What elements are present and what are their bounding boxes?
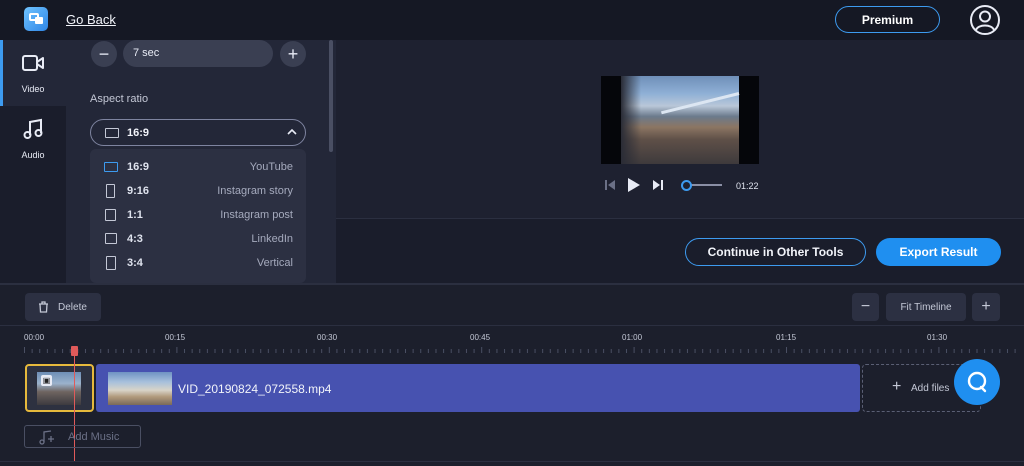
duration-field[interactable]: 7 sec (123, 40, 273, 67)
video-camera-icon (22, 55, 44, 71)
music-add-icon (39, 430, 54, 445)
option-ratio: 9:16 (127, 185, 150, 197)
aspect-ratio-label: Aspect ratio (90, 93, 149, 105)
add-music-button[interactable]: Add Music (24, 425, 141, 448)
nav-item-audio[interactable]: Audio (0, 106, 66, 172)
plus-icon: + (892, 378, 902, 395)
skip-back-icon[interactable] (604, 179, 616, 191)
option-ratio: 1:1 (127, 209, 143, 221)
duration-decrease-button[interactable]: − (91, 41, 117, 67)
aspect-option-1-1[interactable]: 1:1 Instagram post (90, 203, 306, 227)
option-name: Instagram story (217, 185, 293, 197)
aspect-ratio-select[interactable]: 16:9 (90, 119, 306, 146)
zoom-in-button[interactable]: + (972, 293, 1000, 321)
aspect-option-16-9[interactable]: 16:9 YouTube (90, 155, 306, 179)
app-logo-icon[interactable] (24, 7, 48, 31)
aspect-option-4-3[interactable]: 4:3 LinkedIn (90, 227, 306, 251)
ruler-divider (0, 325, 1024, 326)
delete-label: Delete (58, 302, 87, 313)
user-account-icon[interactable] (969, 4, 1001, 36)
option-ratio: 16:9 (127, 161, 150, 173)
tick-label: 00:30 (317, 333, 338, 342)
minus-icon: − (860, 298, 871, 315)
ratio-1-1-icon (105, 209, 116, 221)
aspect-option-9-16[interactable]: 9:16 Instagram story (90, 179, 306, 203)
aspect-ratio-value: 16:9 (127, 127, 150, 139)
duration-increase-button[interactable]: + (280, 41, 306, 67)
fit-timeline-button[interactable]: Fit Timeline (886, 293, 966, 321)
image-clip[interactable]: ▣ (25, 364, 94, 412)
plus-icon: + (287, 44, 299, 64)
trash-icon (39, 301, 48, 313)
chat-bubble-icon (967, 371, 987, 393)
tick-label: 00:00 (24, 333, 45, 342)
ratio-4-3-icon (105, 233, 117, 244)
zoom-out-button[interactable]: − (852, 293, 879, 321)
ruler-ticks (24, 347, 1016, 353)
nav-item-label: Video (21, 84, 45, 94)
option-name: YouTube (249, 161, 293, 173)
go-back-link[interactable]: Go Back (66, 12, 116, 27)
delete-button[interactable]: Delete (25, 293, 101, 321)
nav-item-video[interactable]: Video (0, 40, 66, 106)
play-icon[interactable] (627, 177, 641, 193)
tick-label: 01:15 (776, 333, 797, 342)
export-result-button[interactable]: Export Result (876, 238, 1001, 266)
aspect-option-3-4[interactable]: 3:4 Vertical (90, 251, 306, 275)
tick-label: 00:45 (470, 333, 491, 342)
chat-support-button[interactable] (954, 359, 1000, 405)
aspect-ratio-dropdown: 16:9 YouTube 9:16 Instagram story 1:1 In… (90, 149, 306, 283)
clip-filename: VID_20190824_072558.mp4 (178, 382, 332, 396)
option-name: Vertical (256, 257, 293, 269)
skip-forward-icon[interactable] (652, 179, 664, 191)
plus-icon: + (981, 298, 991, 315)
minus-icon: − (98, 44, 110, 64)
ratio-16-9-icon (104, 162, 118, 172)
music-note-icon (23, 118, 43, 139)
video-frame-image (621, 76, 740, 164)
option-ratio: 4:3 (127, 233, 143, 245)
option-name: Instagram post (220, 209, 293, 221)
continue-in-other-tools-button[interactable]: Continue in Other Tools (685, 238, 866, 266)
ratio-16-9-icon (105, 128, 119, 138)
playback-time: 01:22 (736, 181, 759, 191)
option-ratio: 3:4 (127, 257, 143, 269)
option-name: LinkedIn (251, 233, 293, 245)
clip-thumbnail (108, 372, 172, 405)
ratio-9-16-icon (106, 184, 115, 198)
timeline-bottom-divider (0, 461, 1024, 462)
tick-label: 01:00 (622, 333, 643, 342)
ratio-3-4-icon (106, 256, 116, 270)
add-music-label: Add Music (68, 431, 120, 443)
seek-thumb[interactable] (681, 180, 692, 191)
tick-label: 01:30 (927, 333, 948, 342)
chevron-up-icon (287, 128, 297, 135)
settings-scrollbar[interactable] (329, 40, 333, 152)
add-files-label: Add files (911, 383, 950, 394)
top-bar: Go Back Premium (0, 0, 1024, 40)
image-badge-icon: ▣ (41, 375, 52, 386)
nav-item-label: Audio (21, 150, 45, 160)
tick-label: 00:15 (165, 333, 186, 342)
video-track-clip[interactable]: VID_20190824_072558.mp4 (96, 364, 860, 412)
premium-button[interactable]: Premium (835, 6, 940, 33)
left-nav: Video Audio (0, 40, 66, 283)
